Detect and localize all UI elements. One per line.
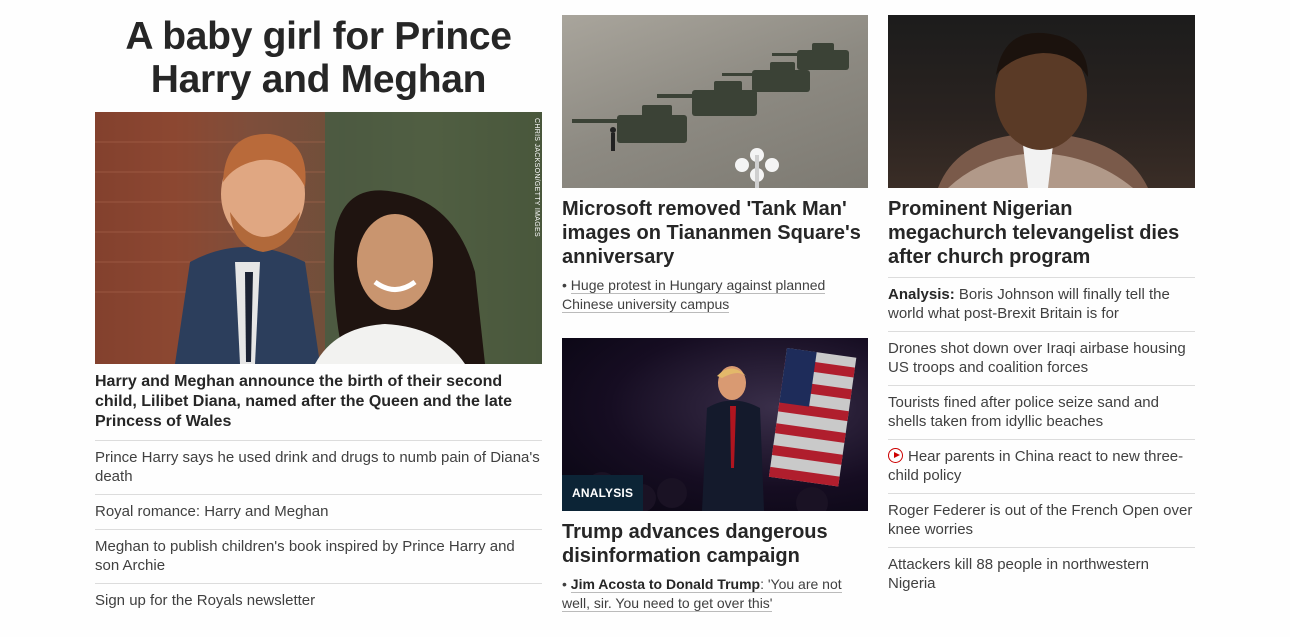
trump-photo[interactable]: ANALYSIS	[562, 338, 868, 511]
hungary-protest-text[interactable]: Huge protest in Hungary against planned …	[562, 277, 826, 313]
federer-link[interactable]: Roger Federer is out of the French Open …	[888, 493, 1195, 547]
right-column: Prominent Nigerian megachurch televangel…	[888, 15, 1195, 601]
iraq-drones-text[interactable]: Drones shot down over Iraqi airbase hous…	[888, 340, 1186, 376]
play-icon	[888, 448, 903, 463]
royals-column: A baby girl for Prince Harry and Meghan	[95, 15, 542, 618]
middle-column: Microsoft removed 'Tank Man' images on T…	[562, 15, 868, 613]
tank-man-headline[interactable]: Microsoft removed 'Tank Man' images on T…	[562, 197, 868, 269]
tourists-fined-link[interactable]: Tourists fined after police seize sand a…	[888, 385, 1195, 439]
bullet: •	[562, 576, 571, 592]
related-link[interactable]: Prince Harry says he used drink and drug…	[95, 440, 542, 494]
federer-text[interactable]: Roger Federer is out of the French Open …	[888, 502, 1192, 538]
iraq-drones-link[interactable]: Drones shot down over Iraqi airbase hous…	[888, 331, 1195, 385]
royals-section-title[interactable]: A baby girl for Prince Harry and Meghan	[95, 15, 542, 101]
televangelist-headline[interactable]: Prominent Nigerian megachurch televangel…	[888, 197, 1195, 269]
royals-related-links: Prince Harry says he used drink and drug…	[95, 440, 542, 618]
televangelist-illustration	[938, 32, 1148, 188]
royals-lead-headline[interactable]: Harry and Meghan announce the birth of t…	[95, 372, 542, 432]
china-three-child-link[interactable]: Hear parents in China react to new three…	[888, 439, 1195, 493]
analysis-label: Analysis:	[888, 286, 955, 303]
trump-headline[interactable]: Trump advances dangerous disinformation …	[562, 520, 868, 568]
tank-man-photo[interactable]	[562, 15, 868, 188]
brexit-analysis-link[interactable]: Analysis: Boris Johnson will finally tel…	[888, 277, 1195, 331]
nigeria-attack-link[interactable]: Attackers kill 88 people in northwestern…	[888, 547, 1195, 601]
right-related-links: Analysis: Boris Johnson will finally tel…	[888, 277, 1195, 601]
acosta-bold-text[interactable]: Jim Acosta to Donald Trump	[571, 576, 760, 592]
hungary-protest-link[interactable]: • Huge protest in Hungary against planne…	[562, 276, 868, 314]
bullet: •	[562, 277, 571, 293]
tourists-fined-text[interactable]: Tourists fined after police seize sand a…	[888, 394, 1159, 430]
analysis-badge: ANALYSIS	[562, 475, 644, 511]
harry-meghan-photo[interactable]: CHRIS JACKSON/GETTY IMAGES	[95, 112, 542, 364]
china-three-child-text[interactable]: Hear parents in China react to new three…	[888, 448, 1183, 484]
harry-meghan-illustration	[95, 112, 542, 364]
televangelist-photo[interactable]	[888, 15, 1195, 188]
related-link[interactable]: Meghan to publish children's book inspir…	[95, 529, 542, 583]
newsletter-signup-link[interactable]: Sign up for the Royals newsletter	[95, 583, 542, 618]
image-credit: CHRIS JACKSON/GETTY IMAGES	[533, 118, 540, 237]
tank-man-illustration	[572, 43, 849, 188]
acosta-link[interactable]: • Jim Acosta to Donald Trump: 'You are n…	[562, 575, 868, 613]
related-link[interactable]: Royal romance: Harry and Meghan	[95, 494, 542, 529]
nigeria-attack-text[interactable]: Attackers kill 88 people in northwestern…	[888, 556, 1149, 592]
